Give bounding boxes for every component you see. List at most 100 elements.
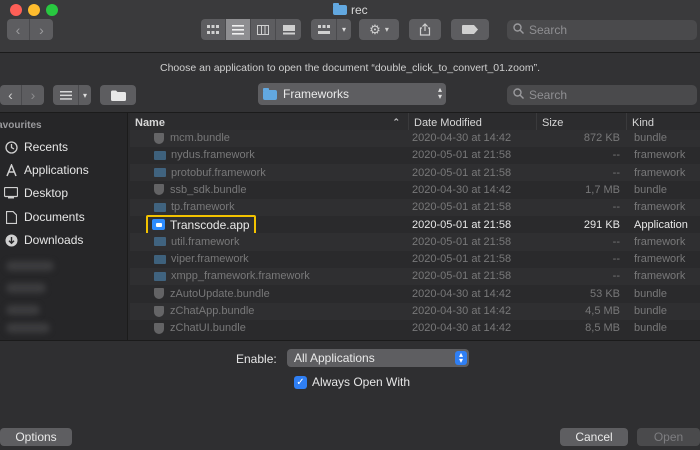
updown-chevron-icon: ▴ ▾ bbox=[437, 85, 442, 101]
gallery-view-button[interactable] bbox=[276, 19, 301, 40]
list-view-button[interactable] bbox=[226, 19, 251, 40]
column-view-button[interactable] bbox=[251, 19, 276, 40]
blurred-sidebar-item bbox=[6, 323, 50, 333]
options-button[interactable]: Options bbox=[0, 428, 72, 446]
location-bar: ‹ › ▾ Frameworks ▴ ▾ Search bbox=[0, 83, 700, 113]
file-name-cell: xmpp_framework.framework bbox=[154, 268, 310, 285]
new-folder-icon bbox=[110, 90, 126, 101]
gear-icon: ⚙ bbox=[369, 21, 381, 37]
minimize-window-button[interactable] bbox=[28, 4, 40, 16]
bundle-icon bbox=[154, 288, 164, 300]
size-cell: -- bbox=[612, 235, 620, 248]
share-icon bbox=[419, 23, 431, 36]
always-open-label: Always Open With bbox=[312, 375, 411, 389]
columns-icon bbox=[257, 24, 269, 35]
table-row[interactable]: xmpp_framework.framework 2020-05-01 at 21… bbox=[130, 267, 700, 286]
chevron-down-icon: ▾ bbox=[82, 90, 87, 100]
blurred-sidebar-item bbox=[6, 283, 46, 293]
kind-cell: Application bbox=[634, 218, 688, 231]
size-cell: 291 KB bbox=[583, 218, 620, 231]
folder-icon bbox=[154, 237, 166, 247]
folder-icon bbox=[263, 88, 277, 100]
kind-cell: framework bbox=[634, 253, 686, 266]
table-row-transcode-app[interactable]: Transcode.app 2020-05-01 at 21:58 291 KB Ap… bbox=[130, 214, 700, 235]
file-name-cell: protobuf.framework bbox=[154, 164, 266, 181]
gallery-icon bbox=[282, 24, 295, 34]
grid-icon bbox=[207, 24, 219, 34]
kind-cell: bundle bbox=[634, 183, 668, 196]
search-icon bbox=[513, 88, 524, 102]
location-search-field[interactable]: Search bbox=[507, 85, 697, 105]
download-icon bbox=[4, 233, 18, 247]
file-name-cell: ssb_sdk.bundle bbox=[154, 181, 246, 198]
bundle-icon bbox=[154, 305, 164, 317]
table-row[interactable]: viper.framework 2020-05-01 at 21:58 -- fram… bbox=[130, 251, 700, 268]
sidebar-item-documents[interactable]: Documents bbox=[4, 207, 126, 227]
file-name-cell: mcm.bundle bbox=[154, 130, 230, 147]
size-cell: 8,5 MB bbox=[585, 322, 620, 335]
tags-button[interactable] bbox=[451, 19, 489, 40]
zoom-window-button[interactable] bbox=[46, 4, 58, 16]
date-modified-cell: 2020-05-01 at 21:58 bbox=[412, 149, 512, 162]
sidebar-item-desktop[interactable]: Desktop bbox=[4, 183, 126, 203]
size-cell: 53 KB bbox=[590, 287, 620, 300]
location-popup[interactable]: Frameworks ▴ ▾ bbox=[258, 83, 446, 105]
date-modified-cell: 2020-05-01 at 21:58 bbox=[412, 201, 512, 214]
table-row[interactable]: mcm.bundle 2020-04-30 at 14:42 872 KB bundl… bbox=[130, 129, 700, 147]
action-button[interactable]: ⚙ ▾ bbox=[359, 19, 399, 40]
table-row[interactable]: ssb_sdk.bundle 2020-04-30 at 14:42 1,7 MB b… bbox=[130, 181, 700, 198]
enable-value: All Applications bbox=[294, 351, 375, 365]
file-name-cell: nydus.framework bbox=[154, 147, 255, 164]
cancel-button[interactable]: Cancel bbox=[560, 428, 628, 446]
table-row[interactable]: nydus.framework 2020-05-01 at 21:58 -- fram… bbox=[130, 147, 700, 164]
share-button[interactable] bbox=[409, 19, 441, 40]
always-open-checkbox[interactable]: ✓ Always Open With bbox=[294, 375, 410, 389]
table-row[interactable]: zChatUI.bundle 2020-04-30 at 14:42 8,5 MB b… bbox=[130, 320, 700, 337]
group-by-button[interactable]: ▾ bbox=[311, 19, 351, 40]
bundle-icon bbox=[154, 132, 164, 144]
file-name-cell: zChatUI.bundle bbox=[154, 320, 246, 337]
date-modified-cell: 2020-05-01 at 21:58 bbox=[412, 218, 512, 231]
table-row[interactable]: tp.framework 2020-05-01 at 21:58 -- framewo… bbox=[130, 198, 700, 216]
zoom-app-icon bbox=[152, 219, 165, 230]
table-row[interactable]: protobuf.framework 2020-05-01 at 21:58 -- f… bbox=[130, 164, 700, 182]
list-icon bbox=[53, 85, 79, 105]
open-button[interactable]: Open bbox=[637, 428, 700, 446]
nav-view-button[interactable]: ▾ bbox=[53, 85, 91, 105]
close-window-button[interactable] bbox=[10, 4, 22, 16]
back-button[interactable]: ‹ bbox=[7, 19, 30, 40]
new-folder-button[interactable] bbox=[100, 85, 136, 105]
date-modified-cell: 2020-04-30 at 14:42 bbox=[412, 287, 512, 300]
sidebar-item-downloads[interactable]: Downloads bbox=[4, 230, 126, 250]
kind-cell: framework bbox=[634, 201, 686, 214]
icon-view-button[interactable] bbox=[201, 19, 226, 40]
view-mode-group bbox=[201, 19, 301, 40]
kind-cell: framework bbox=[634, 235, 686, 248]
clock-icon bbox=[4, 140, 18, 154]
table-row[interactable]: zAutoUpdate.bundle 2020-04-30 at 14:42 53 … bbox=[130, 285, 700, 302]
folder-icon bbox=[154, 271, 166, 281]
highlight-box: Transcode.app bbox=[146, 214, 256, 235]
nav-back-button[interactable]: ‹ bbox=[0, 85, 22, 105]
bundle-icon bbox=[154, 184, 164, 196]
enable-popup[interactable]: All Applications ▴ ▾ bbox=[287, 349, 469, 367]
size-cell: -- bbox=[612, 149, 620, 162]
size-cell: 4,5 MB bbox=[585, 305, 620, 317]
toolbar-search-field[interactable]: Search bbox=[507, 20, 697, 40]
applications-icon bbox=[4, 163, 18, 177]
chevron-down-icon: ▾ bbox=[341, 25, 346, 34]
sidebar-item-applications[interactable]: Applications bbox=[4, 160, 126, 180]
size-cell: 872 KB bbox=[583, 132, 620, 144]
date-modified-cell: 2020-05-01 at 21:58 bbox=[412, 253, 512, 266]
table-row[interactable]: util.framework 2020-05-01 at 21:58 -- frame… bbox=[130, 233, 700, 251]
table-row[interactable]: zChatApp.bundle 2020-04-30 at 14:42 4,5 MB… bbox=[130, 302, 700, 320]
folder-icon bbox=[154, 254, 166, 264]
nav-forward-button[interactable]: › bbox=[22, 85, 44, 105]
chevron-down-icon: ▾ bbox=[384, 25, 389, 34]
kind-cell: framework bbox=[634, 270, 686, 283]
forward-button[interactable]: › bbox=[30, 19, 53, 40]
date-modified-cell: 2020-05-01 at 21:58 bbox=[412, 166, 512, 179]
size-cell: 1,7 MB bbox=[585, 183, 620, 196]
sidebar-item-recents[interactable]: Recents bbox=[4, 137, 126, 157]
list-icon bbox=[232, 24, 244, 35]
